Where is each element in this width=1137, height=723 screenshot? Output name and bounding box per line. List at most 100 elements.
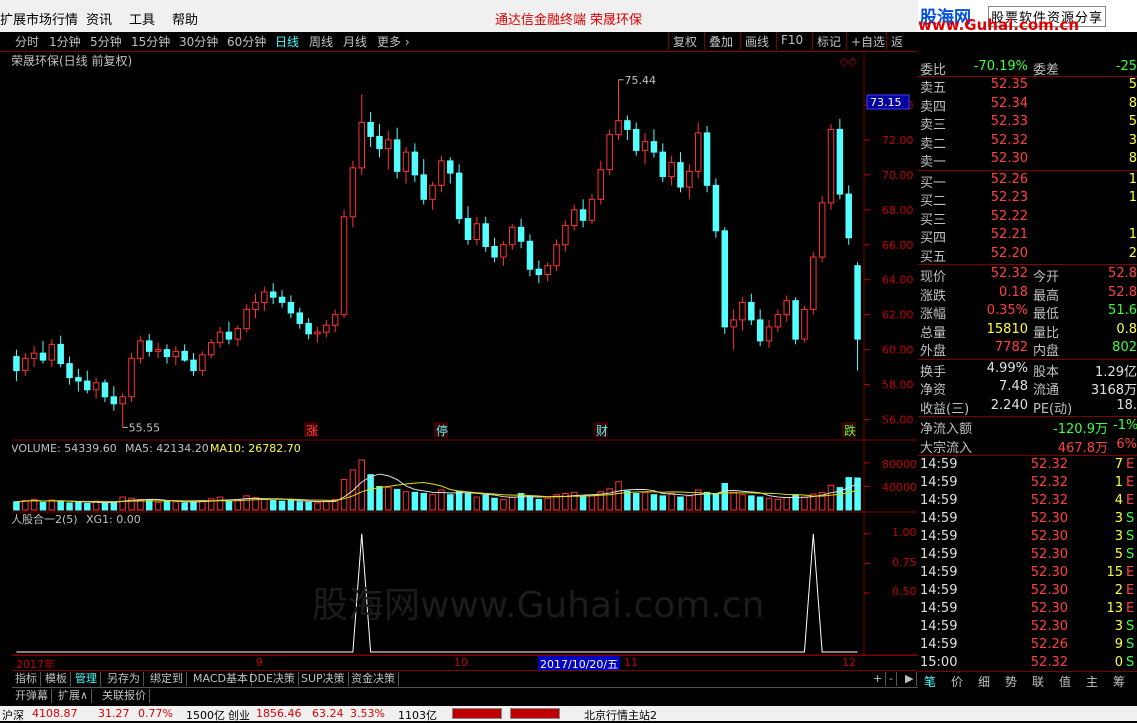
candle-down xyxy=(269,291,277,298)
tab-template[interactable]: 模板 xyxy=(42,672,71,686)
candle-down xyxy=(703,132,711,186)
tick-volume: 3 xyxy=(1114,511,1123,526)
tick-volume: 0 xyxy=(1114,655,1123,670)
panel-tab[interactable]: 主 xyxy=(1086,673,1098,690)
candle-down xyxy=(75,377,82,382)
candle-up xyxy=(402,151,410,172)
flow-pct: -1% xyxy=(1113,418,1137,433)
menu-market[interactable]: 扩展市场行情 xyxy=(0,9,78,28)
candle-down xyxy=(287,301,295,314)
tab-save-as[interactable]: 另存为 xyxy=(104,672,144,686)
tick-flag: S xyxy=(1126,655,1135,670)
price-tick-label: 62.00 xyxy=(882,309,914,322)
ask-price: 52.32 xyxy=(990,132,1028,148)
event-marker-finance[interactable]: 财 xyxy=(596,424,608,438)
flow-pct: 6% xyxy=(1116,436,1137,452)
tab-bind-to[interactable]: 绑定到 xyxy=(147,672,187,686)
volume-bar-up xyxy=(509,496,516,511)
period-tab[interactable]: 月线 xyxy=(343,33,367,50)
volume-bar-down xyxy=(305,501,312,511)
low-price-label: 55.55 xyxy=(129,421,161,434)
volume-bar-down xyxy=(367,474,374,511)
event-marker-suspend[interactable]: 停 xyxy=(436,423,448,438)
tab-dde[interactable]: DDE决策 xyxy=(246,672,299,686)
kline-chart-svg[interactable]: 荣晟环保(日线 前复权) ◇◇ 74.0072.0070.0068.0066.0… xyxy=(11,52,918,657)
panel-tab[interactable]: 势 xyxy=(1005,673,1017,690)
tick-price: 52.26 xyxy=(1030,637,1068,652)
tab-indicator[interactable]: 指标 xyxy=(12,672,41,686)
tab-sup[interactable]: SUP决策 xyxy=(298,672,349,686)
tick-flag: S xyxy=(1126,511,1135,526)
volume-ma5-label: MA5: 42134.20 xyxy=(125,442,209,455)
tab-fund[interactable]: 资金决策 xyxy=(348,672,399,686)
sh-index: 4108.87 xyxy=(32,707,78,720)
f10-button[interactable]: F10 xyxy=(776,32,807,50)
tick-time: 14:59 xyxy=(920,619,958,634)
menu-help[interactable]: 帮助 xyxy=(172,9,198,28)
tick-time: 14:59 xyxy=(920,529,958,544)
period-tab[interactable]: 15分钟 xyxy=(131,33,170,50)
back-button[interactable]: 返回 xyxy=(886,32,918,66)
event-marker-limitup[interactable]: 涨 xyxy=(306,423,318,438)
toggle-danmaku-button[interactable]: 开弹幕 xyxy=(12,689,52,703)
panel-tab[interactable]: 笔 xyxy=(924,673,936,690)
fuquan-button[interactable]: 复权 xyxy=(668,32,701,50)
candle-up xyxy=(562,225,569,246)
event-marker-limitdown[interactable]: 跌 xyxy=(844,423,856,438)
tab-manage[interactable]: 管理 xyxy=(72,672,101,686)
period-tab-active[interactable]: 日线 xyxy=(275,33,299,50)
stat-value: 52.8 xyxy=(1108,266,1137,281)
candle-up xyxy=(48,343,56,361)
period-tab[interactable]: 5分钟 xyxy=(90,33,122,50)
candle-up xyxy=(801,308,808,340)
zoom-in-button[interactable]: + xyxy=(870,672,887,686)
stat-label: 最高 xyxy=(1033,288,1060,304)
candle-up xyxy=(234,328,242,340)
bid-volume: 2 xyxy=(1128,245,1137,261)
menu-tools[interactable]: 工具 xyxy=(129,9,155,28)
candle-down xyxy=(845,193,852,239)
panel-tab[interactable]: 值 xyxy=(1059,673,1071,690)
period-tab[interactable]: 分时 xyxy=(15,33,39,50)
tick-flag: S xyxy=(1126,547,1135,562)
tick-flag: E xyxy=(1126,601,1135,616)
tick-volume: 5 xyxy=(1114,547,1123,562)
candle-up xyxy=(810,256,817,310)
kline-chart-area[interactable]: 荣晟环保(日线 前复权) ◇◇ 74.0072.0070.0068.0066.0… xyxy=(11,52,918,657)
mark-button[interactable]: 标记 xyxy=(812,32,845,50)
volume-bar-up xyxy=(686,495,693,511)
panel-tab[interactable]: 细 xyxy=(978,673,990,690)
extension-tabs-row: 开弹幕 扩展∧ 关联报价 xyxy=(12,687,918,704)
panel-tab[interactable]: 筹 xyxy=(1113,673,1125,690)
tick-price: 52.30 xyxy=(1030,583,1068,598)
period-tab[interactable]: 1分钟 xyxy=(49,33,81,50)
panel-tab[interactable]: 联 xyxy=(1032,673,1044,690)
add-watchlist-button[interactable]: +自选 xyxy=(846,32,889,50)
candle-down xyxy=(376,135,383,150)
date-tick: 12 xyxy=(842,656,856,669)
scroll-right-button[interactable]: ▶ xyxy=(902,672,918,686)
period-tab[interactable]: 60分钟 xyxy=(227,33,266,50)
more-periods-button[interactable]: 更多 › xyxy=(377,33,410,50)
tick-price: 52.32 xyxy=(1030,457,1068,472)
ask-volume: 8 xyxy=(1128,151,1137,166)
candle-down xyxy=(535,268,543,275)
volume-bar-down xyxy=(712,493,720,511)
candle-down xyxy=(101,382,109,398)
menu-news[interactable]: 资讯 xyxy=(86,9,112,28)
expand-button[interactable]: 扩展∧ xyxy=(55,689,93,703)
zoom-out-button[interactable]: - xyxy=(886,672,897,686)
period-tab[interactable]: 30分钟 xyxy=(179,33,218,50)
panel-tab[interactable]: 价 xyxy=(951,673,963,690)
cy-index: 1856.46 xyxy=(256,707,302,720)
draw-line-button[interactable]: 画线 xyxy=(740,32,773,50)
related-quote-button[interactable]: 关联报价 xyxy=(99,689,150,703)
overlay-button[interactable]: 叠加 xyxy=(704,32,737,50)
stat-label: 外盘 xyxy=(920,344,947,359)
period-tab[interactable]: 周线 xyxy=(309,33,333,50)
volume-bar-down xyxy=(296,501,304,511)
candle-up xyxy=(172,350,180,358)
tab-macd[interactable]: MACD基本 xyxy=(190,672,252,686)
volume-bar-up xyxy=(323,500,330,511)
volume-bar-down xyxy=(756,496,764,511)
